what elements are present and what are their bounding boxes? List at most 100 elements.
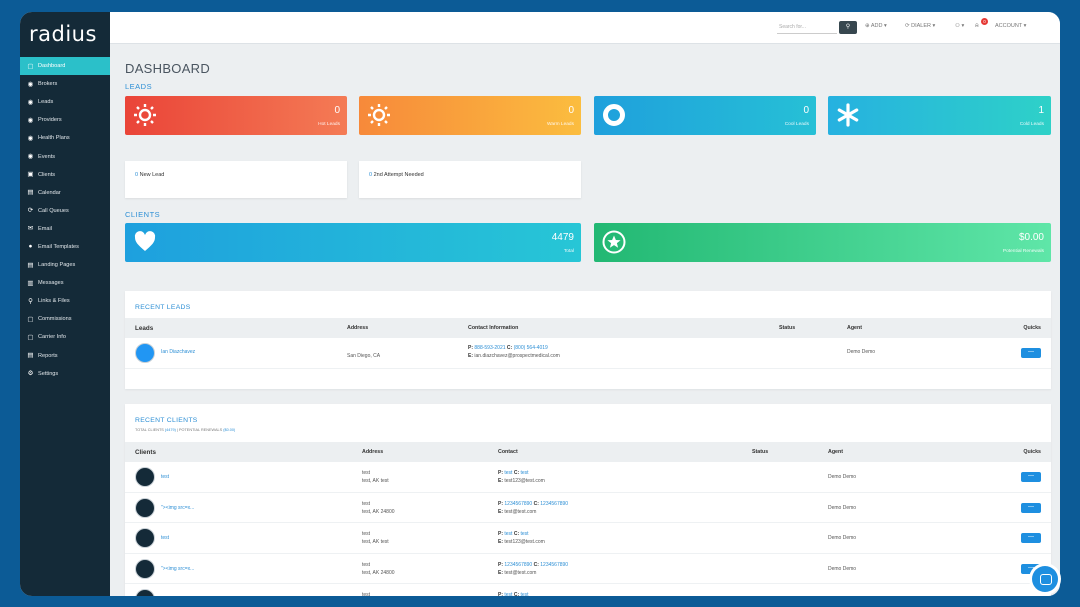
table-row: test test test, AK test P: test C: test E: t… [125,462,1051,493]
recent-clients-panel: RECENT CLIENTS TOTAL CLIENTS (4479) | PO… [125,404,1051,596]
sidebar-item-carrier-info[interactable]: ▢ Carrier Info [20,328,110,346]
client-name-link[interactable]: "><img src=x... [161,566,194,572]
warm-leads-value: 0 [568,105,574,116]
col-status: Status [752,449,769,455]
sidebar-item-label: Settings [38,370,59,377]
add-menu[interactable]: ⊕ ADD ▾ [865,23,887,29]
col-quicks: Quicks [1023,449,1041,455]
recent-leads-title: RECENT LEADS [135,304,191,311]
user-menu[interactable]: ⚇ ▾ [955,23,964,29]
sun-icon [134,104,156,126]
lead-name-link[interactable]: Ian Diazchavez [161,349,195,355]
sidebar-item-brokers[interactable]: ◉ Brokers [20,75,110,93]
messages-icon: ▥ [27,279,34,287]
sidebar-item-label: Reports [38,352,58,359]
sidebar-item-label: Calendar [38,189,61,196]
second-attempt-card[interactable]: 0 2nd Attempt Needed [359,161,581,198]
sidebar-item-settings[interactable]: ⚙ Settings [20,365,110,383]
call-queues-icon: ⟳ [27,207,34,215]
total-clients-card[interactable]: 4479 Total [125,223,581,262]
client-phones: P: 1234567890 C: 1234567890 [498,561,569,568]
sidebar-item-messages[interactable]: ▥ Messages [20,274,110,292]
page-title: DASHBOARD [125,61,211,76]
sidebar-item-providers[interactable]: ◉ Providers [20,111,110,129]
sidebar-item-label: Landing Pages [38,262,76,269]
providers-icon: ◉ [27,116,34,124]
sidebar-item-call-queues[interactable]: ⟳ Call Queues [20,202,110,220]
sidebar-item-clients[interactable]: ▣ Clients [20,166,110,184]
recent-leads-header: Leads Address Contact Information Status… [125,318,1051,338]
dialer-menu[interactable]: ⟳ DIALER ▾ [905,23,935,29]
sidebar-item-dashboard[interactable]: ▢ Dashboard [20,57,110,76]
snowflake-icon [837,103,859,127]
hot-leads-card[interactable]: 0 Hot Leads [125,96,347,135]
recent-clients-title: RECENT CLIENTS [135,417,198,424]
table-row: Ian Diazchavez San Diego, CA P: 888-593-… [125,338,1051,369]
col-leads: Leads [135,325,154,332]
sidebar: radius ▢ Dashboard ◉ Brokers ◉ Leads ◉ Provider… [20,12,110,596]
cool-leads-card[interactable]: 0 Cool Leads [594,96,816,135]
sidebar-item-links-files[interactable]: ⚲ Links & Files [20,292,110,310]
bell-icon[interactable]: ⍾ [975,23,979,30]
col-contact: Contact [498,449,518,455]
sidebar-item-commissions[interactable]: ▢ Commissions [20,310,110,328]
client-email: E: test@test.com [498,508,537,515]
warm-leads-card[interactable]: 0 Warm Leads [359,96,581,135]
client-address-line1: test [362,470,371,476]
quick-action-button[interactable]: — [1021,533,1041,543]
new-lead-count: 0 [135,172,139,178]
sidebar-item-leads[interactable]: ◉ Leads [20,93,110,111]
quick-action-button[interactable]: — [1021,472,1041,482]
client-name-link[interactable]: test [161,535,169,541]
main-content: DASHBOARD LEADS 0 Hot Leads 0 Warm Leads… [110,44,1060,596]
settings-icon: ⚙ [27,370,34,378]
sidebar-item-email-templates[interactable]: ● Email Templates [20,238,110,256]
sidebar-item-email[interactable]: ✉ Email [20,220,110,238]
email-icon: ✉ [27,225,34,233]
client-address-line1: test [362,592,371,596]
chat-launcher-button[interactable] [1032,566,1058,592]
sidebar-item-reports[interactable]: ▤ Reports [20,347,110,365]
sidebar-item-label: Brokers [38,81,58,88]
client-address-line1: test [362,531,371,537]
dashboard-icon: ▢ [27,62,34,70]
search-button[interactable]: ⚲ [839,21,857,34]
sidebar-item-health-plans[interactable]: ◉ Health Plans [20,129,110,147]
sidebar-item-events[interactable]: ◉ Events [20,147,110,165]
cold-leads-card[interactable]: 1 Cold Leads [828,96,1051,135]
sidebar-item-label: Health Plans [38,135,70,142]
email-templates-icon: ● [28,243,33,251]
recent-leads-panel: RECENT LEADS Leads Address Contact Infor… [125,291,1051,389]
cold-leads-label: Cold Leads [1019,122,1044,127]
table-row: "><img src=x... test test, AK 24800 P: 1234… [125,554,1051,584]
health-plans-icon: ◉ [27,134,34,142]
client-email: E: test123@test.com [498,539,545,545]
col-status: Status [779,325,796,331]
client-email: E: test123@test.com [498,478,545,484]
search-input[interactable]: Search for... [777,21,837,34]
app-window: radius ▢ Dashboard ◉ Brokers ◉ Leads ◉ Provider… [20,12,1060,596]
col-agent: Agent [828,449,844,455]
quick-action-button[interactable]: — [1021,348,1041,358]
potential-renewals-card[interactable]: $0.00 Potential Renewals [594,223,1051,262]
notification-badge: 0 [981,18,988,25]
client-address-line1: test [362,561,371,568]
quick-action-button[interactable]: — [1021,502,1041,513]
cold-leads-value: 1 [1038,105,1044,116]
clients-section-label: CLIENTS [125,210,161,219]
client-name-link[interactable]: "><img src=x... [161,505,194,511]
account-menu[interactable]: ACCOUNT ▾ [995,23,1026,29]
sidebar-item-label: Email Templates [38,243,79,250]
sidebar-item-landing-pages[interactable]: ▤ Landing Pages [20,256,110,274]
reports-icon: ▤ [27,352,34,360]
new-lead-card[interactable]: 0 New Lead [125,161,347,198]
client-agent: Demo Demo [828,565,857,572]
col-address: Address [347,325,369,331]
second-attempt-label: 2nd Attempt Needed [373,172,424,178]
client-address-line2: test, AK 24800 [362,569,395,576]
client-name-link[interactable]: test [161,474,169,480]
sidebar-item-label: Clients [38,171,56,178]
sidebar-item-label: Messages [38,280,64,287]
sidebar-item-calendar[interactable]: ▤ Calendar [20,184,110,202]
brokers-icon: ◉ [27,80,34,88]
